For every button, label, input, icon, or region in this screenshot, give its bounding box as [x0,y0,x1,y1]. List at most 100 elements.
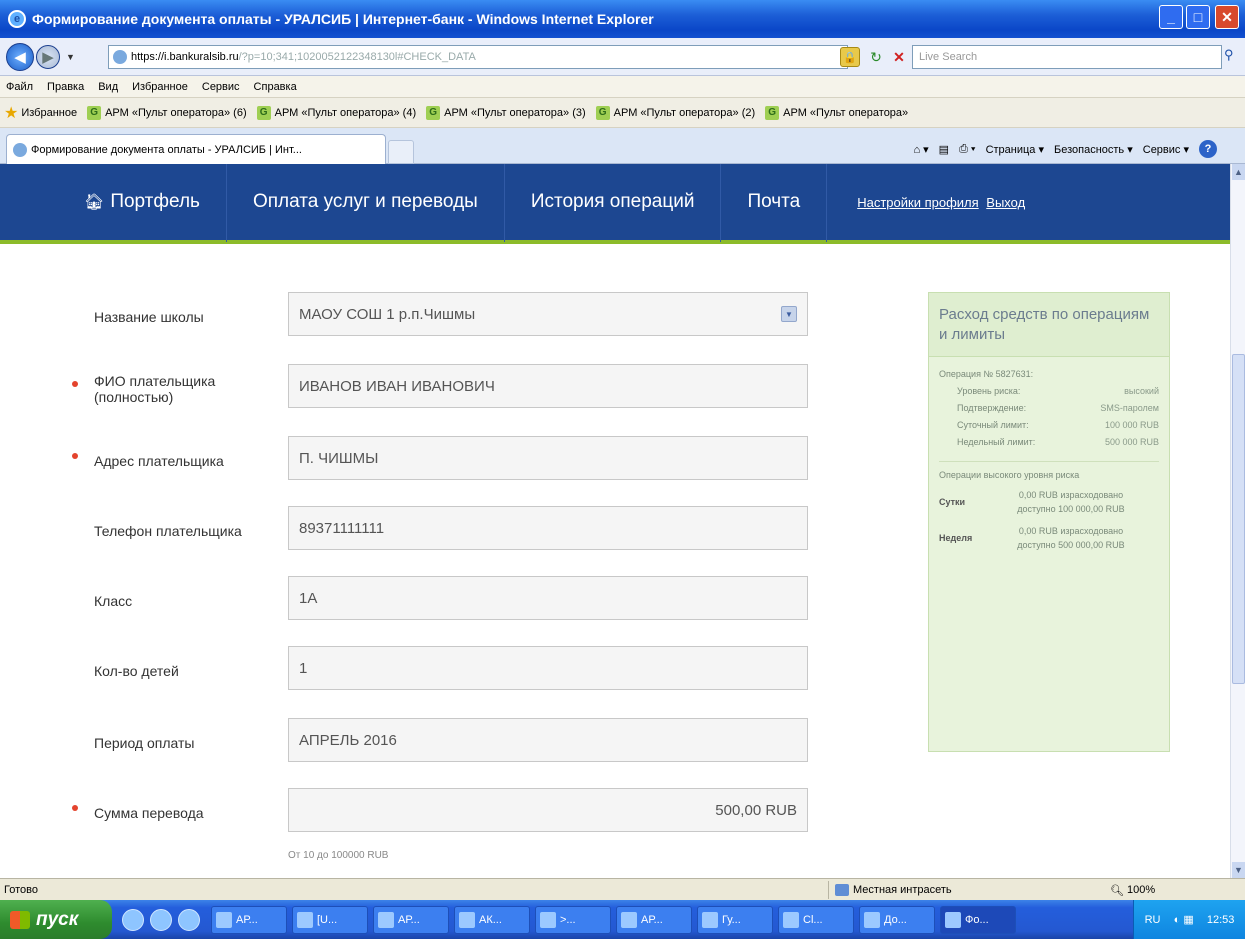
menu-file[interactable]: Файл [6,81,33,93]
address-field-input[interactable]: П. ЧИШМЫ [288,436,808,480]
status-bar: Готово Местная интрасеть 🔍︎ 100% [0,878,1245,900]
nav-portfolio[interactable]: 🏠︎ Портфель [0,164,227,242]
favorite-item[interactable]: G АРМ «Пульт оператора» (2) [595,105,755,120]
period-field[interactable]: АПРЕЛЬ 2016 [288,718,808,762]
menu-help[interactable]: Справка [254,81,297,93]
task-icon [540,911,556,928]
favorites-button[interactable]: ★ Избранное [4,103,77,123]
stop-icon[interactable]: ✕ [889,47,909,67]
class-field[interactable]: 1А [288,576,808,620]
taskbar-button[interactable]: [U... [292,905,368,934]
vertical-scrollbar[interactable]: ▲ ▼ [1230,164,1245,878]
menu-favorites[interactable]: Избранное [132,81,188,93]
maximize-button[interactable]: □ [1186,5,1210,29]
search-input[interactable]: Live Search [912,45,1222,69]
history-dropdown-icon[interactable]: ▼ [66,52,75,62]
taskbar: пуск АР... [U... АР... АК... >... АР... … [0,900,1245,939]
scroll-up-icon[interactable]: ▲ [1232,164,1245,180]
scroll-thumb[interactable] [1232,354,1245,684]
required-marker [72,381,78,387]
profile-links: Настройки профиля Выход [857,195,1029,210]
children-field[interactable]: 1 [288,646,808,690]
tools-menu[interactable]: Сервис ▾ [1143,143,1189,156]
taskbar-button-active[interactable]: Фо... [940,905,1016,934]
favorites-bar: ★ Избранное G АРМ «Пульт оператора» (6) G… [0,98,1245,128]
menu-view[interactable]: Вид [98,81,118,93]
tab-active[interactable]: Формирование документа оплаты - УРАЛСИБ … [6,134,386,164]
favorite-item[interactable]: G АРМ «Пульт оператора» (4) [256,105,416,120]
favorite-label: АРМ «Пульт оператора» [783,106,909,119]
minimize-button[interactable]: _ [1159,5,1183,29]
refresh-icon[interactable]: ↻ [866,47,886,67]
nav-mail[interactable]: Почта [721,164,828,242]
taskbar-button[interactable]: Гу... [697,905,773,934]
high-risk-title: Операции высокого уровня риска [939,470,1080,480]
lock-icon[interactable]: 🔒 [840,47,860,67]
forward-button[interactable]: ▶ [36,44,60,69]
required-marker [72,453,78,459]
app-quicklaunch-icon[interactable] [178,908,200,931]
zoom-control[interactable]: 🔍︎ 100% [1110,881,1155,899]
language-indicator[interactable]: RU [1145,914,1161,926]
nav-payments[interactable]: Оплата услуг и переводы [227,164,505,242]
back-button[interactable]: ◀ [6,42,34,71]
detail-key: Уровень риска: [957,386,1021,396]
chevron-down-icon[interactable]: ▼ [781,306,797,322]
detail-value: SMS-паролем [1100,403,1159,413]
class-label: Класс [94,593,133,609]
taskbar-button[interactable]: АР... [373,905,449,934]
app-quicklaunch-icon[interactable] [150,908,172,931]
scroll-down-icon[interactable]: ▼ [1232,862,1245,878]
search-icon[interactable]: ⚲ [1224,47,1244,67]
page-menu[interactable]: Страница ▾ [986,143,1044,156]
menu-edit[interactable]: Правка [47,81,84,93]
payer-name-field[interactable]: ИВАНОВ ИВАН ИВАНОВИЧ [288,364,808,408]
favorite-item[interactable]: G АРМ «Пульт оператора» [765,105,909,120]
taskbar-button[interactable]: АР... [211,905,287,934]
address-toolbar: ◀ ▶ ▼ https://i.bankuralsib.ru /?p=10;34… [0,38,1245,76]
task-icon [459,911,475,928]
page-icon [113,50,127,64]
new-tab-button[interactable] [388,140,414,164]
taskbar-button[interactable]: До... [859,905,935,934]
feeds-icon[interactable]: ▤ [939,143,949,156]
nav-mail-label: Почта [747,191,801,212]
taskbar-button[interactable]: Cl... [778,905,854,934]
taskbar-button[interactable]: АК... [454,905,530,934]
url-host: https://i.bankuralsib.ru [131,51,239,63]
period-row: Неделя 0,00 RUB израсходовано доступно 50… [939,524,1159,552]
limits-panel: Расход средств по операциям и лимиты Опе… [928,292,1170,752]
children-label: Кол-во детей [94,663,179,679]
detail-key: Недельный лимит: [957,437,1036,447]
taskbar-button[interactable]: >... [535,905,611,934]
address-field[interactable]: https://i.bankuralsib.ru /?p=10;341;1020… [108,45,848,69]
close-button[interactable]: ✕ [1215,5,1239,29]
clock[interactable]: 12:53 [1207,914,1235,926]
zoom-icon: 🔍︎ [1110,884,1128,897]
phone-field[interactable]: 89371111111 [288,506,808,550]
home-icon[interactable]: ⌂ ▾ [913,143,928,156]
profile-settings-link[interactable]: Настройки профиля [857,195,978,210]
favorite-item[interactable]: G АРМ «Пульт оператора» (6) [87,105,247,120]
nav-history[interactable]: История операций [505,164,722,242]
school-select[interactable]: МАОУ СОШ 1 р.п.Чишмы ▼ [288,292,808,336]
status-text: Готово [4,883,38,896]
favorite-item[interactable]: G АРМ «Пульт оператора» (3) [426,105,586,120]
star-icon: ★ [4,104,19,122]
taskbar-button[interactable]: АР... [616,905,692,934]
phone-label: Телефон плательщика [94,523,242,539]
period-row: Сутки 0,00 RUB израсходовано доступно 100… [939,488,1159,516]
amount-field[interactable]: 500,00 RUB [288,788,808,832]
logout-link[interactable]: Выход [986,195,1025,210]
safety-menu[interactable]: Безопасность ▾ [1054,143,1133,156]
start-button[interactable]: пуск [0,900,112,939]
help-icon[interactable]: ? [1199,140,1217,158]
form-row-phone: Телефон плательщика 89371111111 [0,506,820,556]
favorite-icon: G [595,105,610,120]
tray-icons[interactable]: ◐ ▦ [1174,913,1194,926]
print-icon[interactable]: ⎙ ▾ [959,143,975,156]
menu-tools[interactable]: Сервис [202,81,240,93]
ie-quicklaunch-icon[interactable] [122,908,144,931]
task-label: АР... [398,913,420,926]
favorites-label: Избранное [21,106,78,119]
